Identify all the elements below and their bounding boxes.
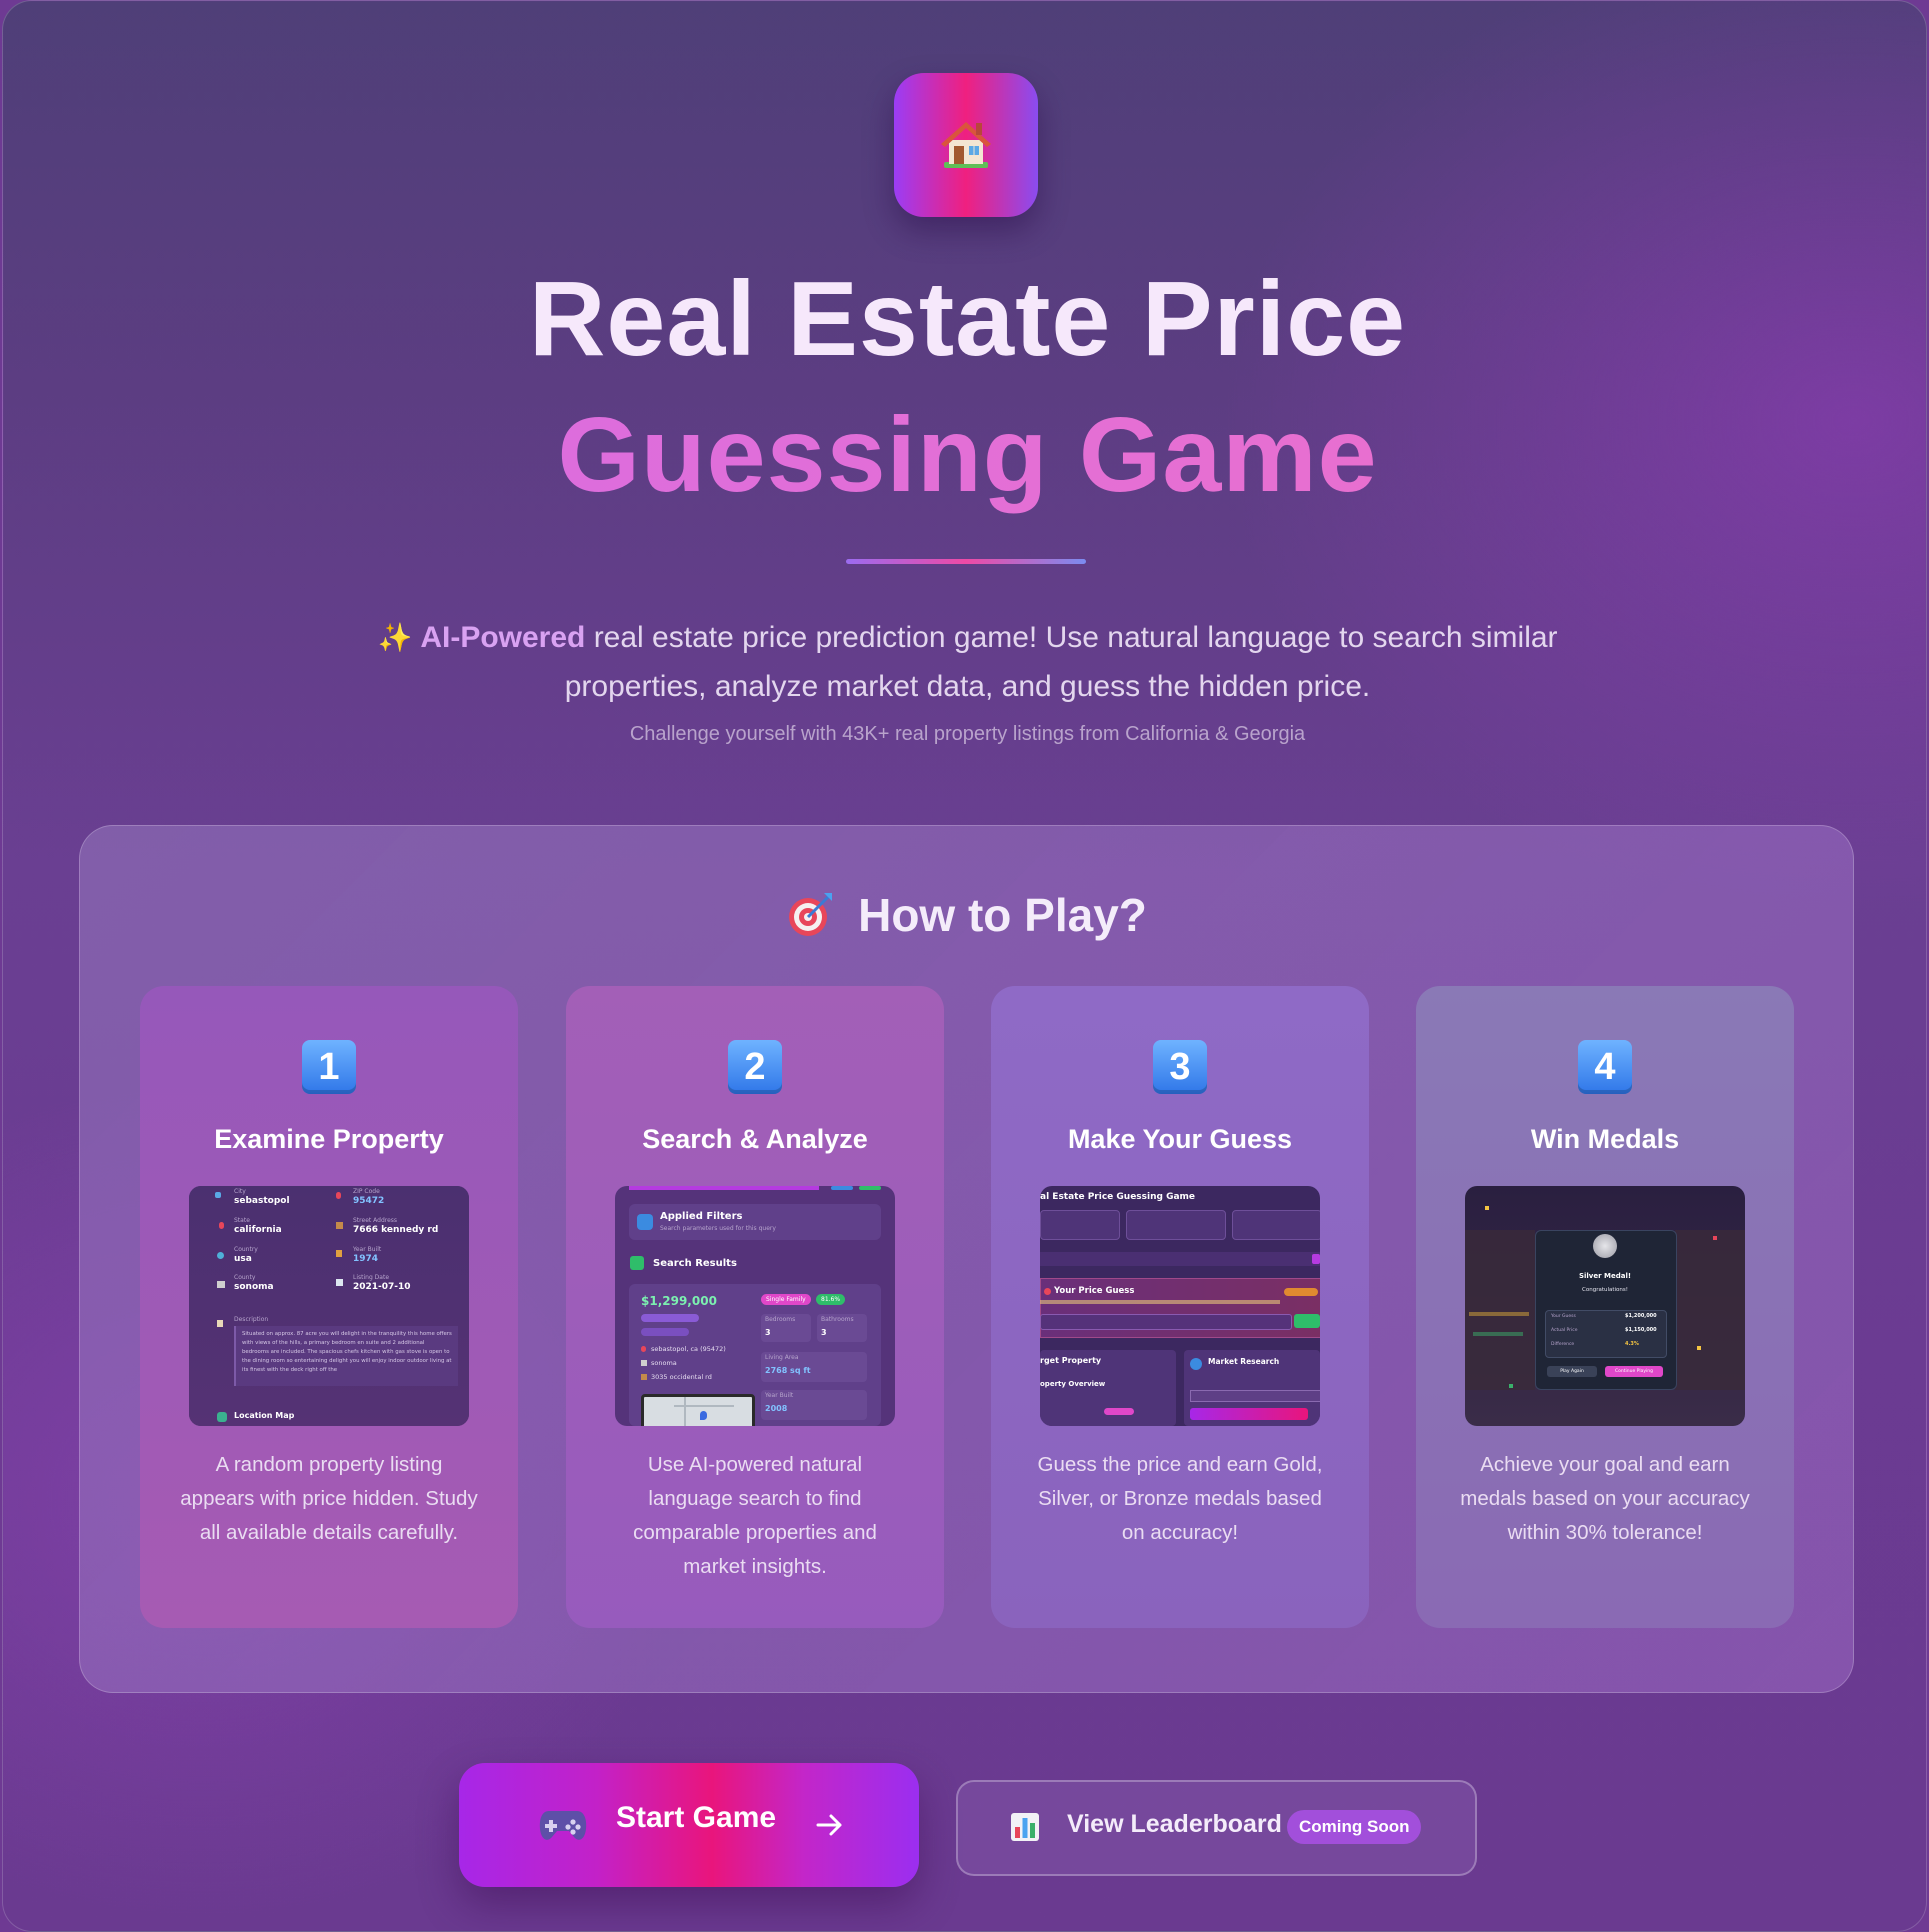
actual-price-value: $1,150,000 [1625, 1327, 1657, 1333]
county-label: County [234, 1274, 256, 1281]
step-preview-image: City sebastopol ZIP Code 95472 State cal… [189, 1186, 469, 1426]
step-description: Use AI-powered natural language search t… [633, 1453, 877, 1578]
search-results-title: Search Results [653, 1258, 737, 1269]
bar-chart-icon [1011, 1813, 1039, 1841]
how-to-play-title: How to Play? [858, 889, 1147, 941]
medal-title: Silver Medal! [1578, 1272, 1632, 1280]
country-value: usa [234, 1254, 252, 1264]
result-price: $1,299,000 [641, 1294, 717, 1308]
county-value: sonoma [234, 1282, 274, 1292]
coming-soon-badge: Coming Soon [1287, 1810, 1422, 1844]
state-value: california [234, 1225, 282, 1235]
street-label: Street Address [353, 1217, 398, 1224]
step-title: Make Your Guess [1067, 1124, 1293, 1154]
keycap-one-icon: 1 [302, 1040, 356, 1094]
play-again-button: Play Again [1547, 1366, 1597, 1377]
result-county: sonoma [651, 1359, 677, 1367]
guess-title: Your Price Guess [1054, 1286, 1135, 1296]
step-preview-image: al Estate Price Guessing Game Your Price… [1040, 1186, 1320, 1426]
page-title-line2: Guessing Game [3, 395, 1926, 516]
difference-value: 4.3% [1625, 1341, 1639, 1347]
result-street: 3035 occidental rd [651, 1373, 712, 1381]
step-card-examine: 1 Examine Property City sebastopol ZIP C… [140, 986, 518, 1628]
app-logo [894, 73, 1038, 217]
city-label: City [234, 1188, 246, 1195]
page-title-line1: Real Estate Price [528, 260, 1407, 378]
location-map-label: Location Map [234, 1411, 295, 1420]
sparkles-icon: ✨ [377, 622, 413, 653]
market-research-title: Market Research [1208, 1357, 1280, 1366]
actual-price-label: Actual Price [1551, 1328, 1578, 1333]
match-badge: 81.6% [816, 1294, 846, 1305]
intro-text: ✨ AI-Powered real estate price prediction… [323, 613, 1612, 711]
result-location: sebastopol, ca (95472) [651, 1345, 726, 1353]
area-value: 2768 sq ft [765, 1366, 811, 1375]
year-value: 2008 [765, 1404, 788, 1413]
type-badge: Single Family [761, 1294, 811, 1305]
step-title: Examine Property [214, 1124, 444, 1154]
map-thumbnail [641, 1394, 755, 1426]
keycap-two-icon: 2 [728, 1040, 782, 1094]
keycap-three-icon: 3 [1153, 1040, 1207, 1094]
view-leaderboard-button[interactable]: View Leaderboard Coming Soon [956, 1780, 1477, 1876]
intro-body: real estate price prediction game! Use n… [564, 621, 1558, 703]
subnote: Challenge yourself with 43K+ real proper… [629, 723, 1306, 745]
how-to-play-panel: How to Play? 1 Examine Property City seb… [79, 825, 1854, 1693]
state-label: State [234, 1217, 250, 1224]
house-icon [941, 122, 991, 168]
your-guess-label: Your Guess [1551, 1314, 1576, 1319]
start-game-label: Start Game [616, 1801, 777, 1834]
keycap-four-icon: 4 [1578, 1040, 1632, 1094]
congrats-text: Congratulations! [1582, 1287, 1628, 1293]
property-overview-title: operty Overview [1040, 1380, 1106, 1388]
year-label: Year Built [765, 1392, 794, 1399]
how-to-play-heading: How to Play? [80, 888, 1853, 942]
step-preview-image: Silver Medal! Congratulations! Your Gues… [1465, 1186, 1745, 1426]
year-label: Year Built [353, 1246, 382, 1253]
step-card-medals: 4 Win Medals Silver Medal! Congratulatio… [1416, 986, 1794, 1628]
description-label: Description [234, 1316, 269, 1323]
gamepad-icon [539, 1811, 587, 1840]
step-description: Achieve your goal and earn medals based … [1460, 1453, 1750, 1544]
step-preview-image: Applied Filters Search parameters used f… [615, 1186, 895, 1426]
target-icon [789, 893, 833, 936]
bedrooms-value: 3 [765, 1328, 771, 1337]
step-card-guess: 3 Make Your Guess al Estate Price Guessi… [991, 986, 1369, 1628]
applied-filters-subtitle: Search parameters used for this query [660, 1225, 776, 1232]
date-value: 2021-07-10 [353, 1282, 411, 1292]
page-frame: Real Estate Price Guessing Game ✨ AI-Powe… [2, 0, 1927, 1932]
view-leaderboard-label: View Leaderboard [1067, 1810, 1282, 1838]
target-property-title: rget Property [1040, 1356, 1102, 1365]
description-text: Situated on approx. 87 acre you will del… [242, 1331, 452, 1373]
applied-filters-title: Applied Filters [660, 1211, 743, 1222]
area-label: Living Area [765, 1354, 799, 1361]
continue-playing-button: Continue Playing [1605, 1366, 1663, 1377]
start-game-button[interactable]: Start Game [459, 1763, 919, 1887]
bathrooms-value: 3 [821, 1328, 827, 1337]
bedrooms-label: Bedrooms [765, 1316, 796, 1323]
step-description: Guess the price and earn Gold, Silver, o… [1037, 1453, 1323, 1544]
arrow-right-icon [816, 1814, 842, 1836]
step-title: Search & Analyze [642, 1124, 868, 1154]
city-value: sebastopol [234, 1196, 290, 1206]
your-guess-value: $1,200,000 [1625, 1313, 1657, 1319]
zip-value: 95472 [353, 1196, 385, 1206]
year-value: 1974 [353, 1254, 379, 1264]
difference-label: Difference [1551, 1342, 1575, 1347]
step-card-search: 2 Search & Analyze Applied Filters Searc… [566, 986, 944, 1628]
country-label: Country [234, 1246, 258, 1253]
zip-label: ZIP Code [353, 1188, 380, 1195]
title-divider [846, 559, 1086, 564]
step-description: A random property listing appears with p… [180, 1453, 478, 1544]
intro-highlight: AI-Powered [420, 621, 586, 654]
date-label: Listing Date [353, 1274, 390, 1281]
step-title: Win Medals [1530, 1124, 1680, 1154]
bathrooms-label: Bathrooms [821, 1316, 854, 1323]
preview-header: al Estate Price Guessing Game [1040, 1192, 1196, 1202]
street-value: 7666 kennedy rd [353, 1225, 439, 1235]
